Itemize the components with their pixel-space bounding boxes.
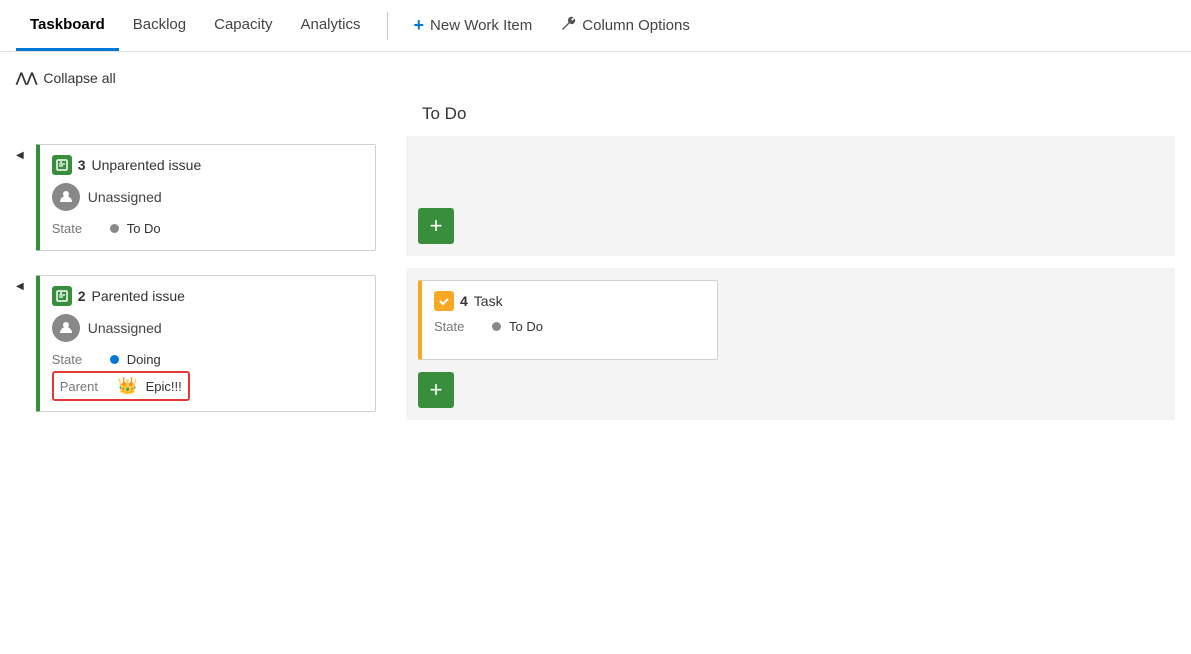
card2-parent-row: Parent 👑 Epic!!! (52, 371, 190, 401)
collapse-icon: ⋀⋀ (16, 70, 37, 86)
state-dot-1 (110, 224, 119, 233)
left-column: ◀ 3 Unparented issue Unassigned (16, 96, 406, 432)
main-content: ⋀⋀ Collapse all ◀ 3 Unparented iss (0, 52, 1191, 442)
plus-icon: + (414, 15, 425, 36)
crown-icon: 👑 (118, 376, 138, 396)
row1-left-group: ◀ 3 Unparented issue Unassigned (16, 144, 406, 251)
work-item-card-2[interactable]: 2 Parented issue Unassigned State Doing (36, 275, 376, 412)
row2-add-button[interactable]: + (418, 372, 454, 408)
issue-icon-2 (52, 286, 72, 306)
tab-taskboard[interactable]: Taskboard (16, 0, 119, 51)
issue-icon-1 (52, 155, 72, 175)
nav-divider (387, 12, 388, 40)
row2-right-section: 4 Task State To Do + (406, 268, 1175, 420)
card2-user-row: Unassigned (52, 314, 363, 342)
board: ◀ 3 Unparented issue Unassigned (16, 96, 1175, 432)
column-options-button[interactable]: Column Options (546, 0, 704, 51)
task-card-1[interactable]: 4 Task State To Do (418, 280, 718, 360)
card1-state-row: State To Do (52, 221, 363, 236)
card2-title-row: 2 Parented issue (52, 286, 363, 306)
tab-backlog[interactable]: Backlog (119, 0, 200, 51)
row1-collapse: ◀ (16, 144, 32, 161)
row2-collapse: ◀ (16, 275, 32, 292)
column-header-todo: To Do (406, 96, 1175, 136)
task1-state-row: State To Do (434, 319, 705, 334)
row1-add-button[interactable]: + (418, 208, 454, 244)
card1-title-row: 3 Unparented issue (52, 155, 363, 175)
state-dot-2 (110, 355, 119, 364)
task1-state-dot (492, 322, 501, 331)
work-item-card-1[interactable]: 3 Unparented issue Unassigned State To D… (36, 144, 376, 251)
tab-capacity[interactable]: Capacity (200, 0, 286, 51)
card2-state-row: State Doing (52, 352, 363, 367)
row1-right-section: + (406, 136, 1175, 256)
task1-title-row: 4 Task (434, 291, 705, 311)
row1-triangle[interactable]: ◀ (16, 144, 24, 161)
right-column: To Do + 4 Task State (406, 96, 1175, 432)
nav-bar: Taskboard Backlog Capacity Analytics + N… (0, 0, 1191, 52)
avatar-1 (52, 183, 80, 211)
collapse-all-button[interactable]: ⋀⋀ Collapse all (16, 62, 1175, 96)
card1-user-row: Unassigned (52, 183, 363, 211)
row2-left-group: ◀ 2 Parented issue Unassigned (16, 275, 406, 412)
task-icon-1 (434, 291, 454, 311)
wrench-icon (560, 15, 576, 36)
avatar-2 (52, 314, 80, 342)
tab-analytics[interactable]: Analytics (286, 0, 374, 51)
new-work-item-button[interactable]: + New Work Item (400, 0, 547, 51)
row2-triangle[interactable]: ◀ (16, 275, 24, 292)
